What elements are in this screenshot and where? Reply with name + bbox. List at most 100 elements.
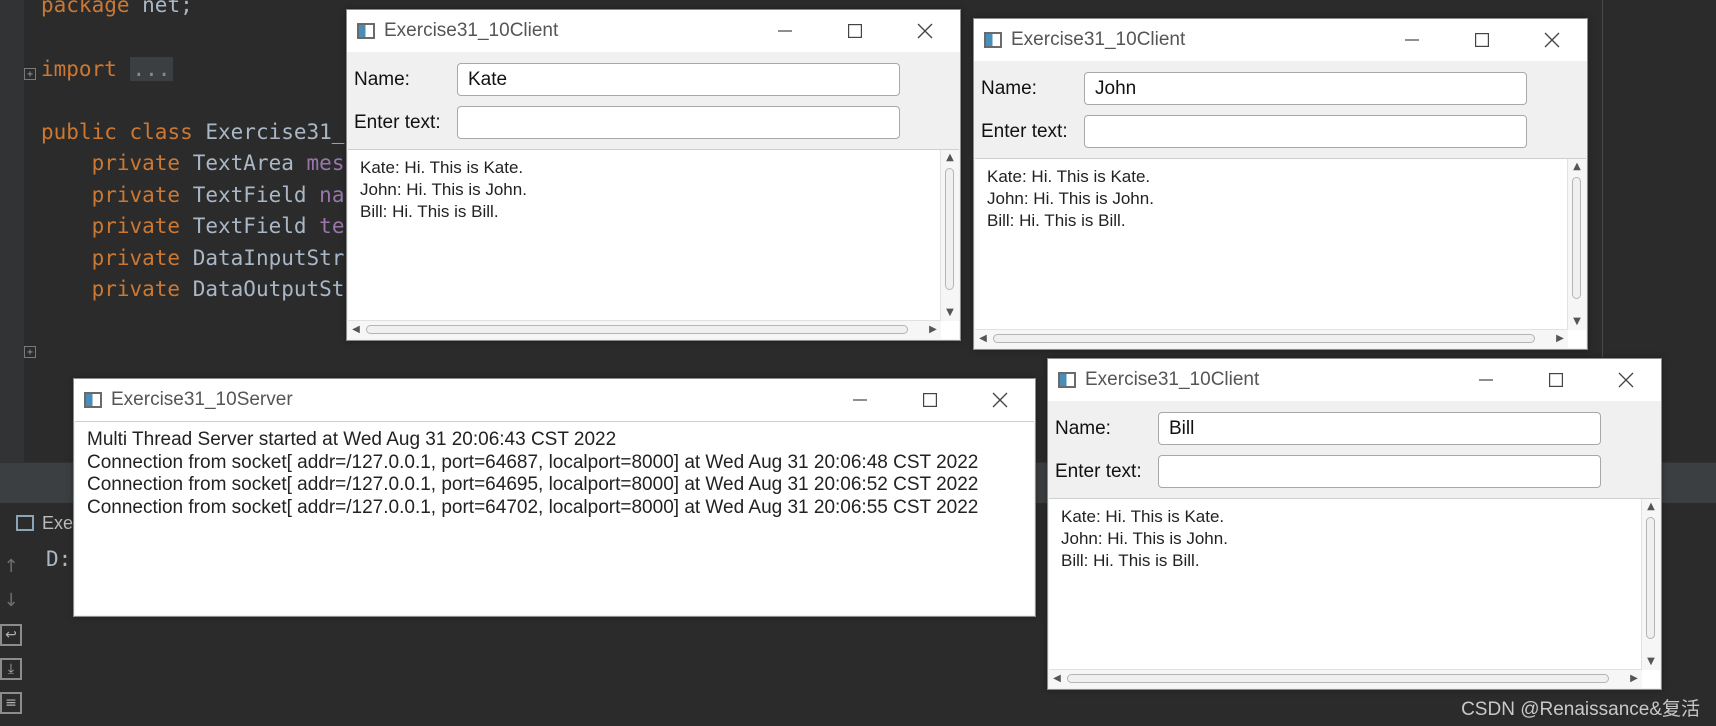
name-label: Name: <box>1055 418 1111 439</box>
vertical-scrollbar[interactable]: ▲ ▼ <box>1641 499 1660 670</box>
title-bar[interactable]: Exercise31_10Client <box>974 19 1587 61</box>
horizontal-scroll-thumb[interactable] <box>1067 674 1609 683</box>
minimize-icon <box>778 30 792 32</box>
fold-toggle-main[interactable]: + <box>24 346 36 358</box>
log-line: Connection from socket[ addr=/127.0.0.1,… <box>87 474 979 495</box>
window-title: Exercise31_10Server <box>111 389 293 410</box>
console-output: D: <box>46 547 72 571</box>
fold-toggle-import[interactable]: + <box>24 68 36 80</box>
code-line-field: private DataOutputSt <box>91 277 345 301</box>
maximize-button[interactable] <box>895 379 965 421</box>
enter-text-label: Enter text: <box>354 112 441 133</box>
name-field[interactable] <box>457 63 900 96</box>
print-icon[interactable]: ≡ <box>0 692 22 714</box>
horizontal-scroll-thumb[interactable] <box>366 325 908 334</box>
scroll-up-icon[interactable]: ▲ <box>1568 159 1586 175</box>
close-button[interactable] <box>965 379 1035 421</box>
scroll-up-icon[interactable]: ▲ <box>1642 499 1660 515</box>
scroll-left-icon[interactable]: ◀ <box>348 321 364 339</box>
minimize-button[interactable] <box>1377 19 1447 61</box>
enter-text-field[interactable] <box>457 106 900 139</box>
horizontal-scroll-thumb[interactable] <box>993 334 1535 343</box>
close-button[interactable] <box>1517 19 1587 61</box>
vertical-scroll-thumb[interactable] <box>1646 517 1655 639</box>
log-line: Connection from socket[ addr=/127.0.0.1,… <box>87 496 979 518</box>
message-line: Kate: Hi. This is Kate. <box>360 158 524 177</box>
window-title: Exercise31_10Client <box>1011 29 1186 50</box>
maximize-button[interactable] <box>1447 19 1517 61</box>
minimize-button[interactable] <box>1451 359 1521 401</box>
message-line: Bill: Hi. This is Bill. <box>1061 551 1200 570</box>
scroll-down-icon[interactable]: ▼ <box>1642 654 1660 670</box>
enter-text-field[interactable] <box>1084 115 1527 148</box>
server-log: Multi Thread Server started at Wed Aug 3… <box>87 429 978 519</box>
vertical-scroll-thumb[interactable] <box>945 168 954 290</box>
name-label: Name: <box>981 78 1037 99</box>
message-line: Kate: Hi. This is Kate. <box>987 167 1151 186</box>
code-line-field: private TextArea mes <box>91 151 345 175</box>
close-icon <box>992 392 1008 408</box>
scroll-left-icon[interactable]: ◀ <box>975 330 991 348</box>
horizontal-scrollbar[interactable]: ◀ ▶ <box>975 329 1568 348</box>
window-title: Exercise31_10Client <box>1085 369 1260 390</box>
name-field[interactable] <box>1084 72 1527 105</box>
minimize-button[interactable] <box>825 379 895 421</box>
server-log-area[interactable]: Multi Thread Server started at Wed Aug 3… <box>75 421 1034 615</box>
message-area[interactable]: Kate: Hi. This is Kate. John: Hi. This is… <box>975 158 1586 348</box>
scroll-up-icon[interactable]: ▲ <box>941 150 959 166</box>
horizontal-scrollbar[interactable]: ◀ ▶ <box>1049 669 1642 688</box>
close-icon <box>1544 32 1560 48</box>
soft-wrap-icon[interactable]: ↩ <box>0 624 22 646</box>
client-window-kate: Exercise31_10Client Name: Enter text: Ka… <box>346 9 961 341</box>
message-line: Bill: Hi. This is Bill. <box>360 202 499 221</box>
title-bar[interactable]: Exercise31_10Server <box>74 379 1035 421</box>
minimize-icon <box>1405 39 1419 41</box>
maximize-icon <box>1475 33 1489 47</box>
message-line: John: Hi. This is John. <box>987 189 1154 208</box>
message-line: Kate: Hi. This is Kate. <box>1061 507 1225 526</box>
scroll-right-icon[interactable]: ▶ <box>1626 670 1642 688</box>
vertical-scrollbar[interactable]: ▲ ▼ <box>940 150 959 321</box>
scroll-to-end-icon[interactable]: ⤓ <box>0 658 22 680</box>
maximize-button[interactable] <box>1521 359 1591 401</box>
enter-text-label: Enter text: <box>981 121 1068 142</box>
scroll-down-icon[interactable]: ▼ <box>1568 314 1586 330</box>
java-app-icon <box>84 392 102 408</box>
run-tab[interactable]: Exe <box>16 508 73 538</box>
folded-imports[interactable]: ... <box>129 57 174 81</box>
scroll-right-icon[interactable]: ▶ <box>925 321 941 339</box>
enter-text-label: Enter text: <box>1055 461 1142 482</box>
close-icon <box>917 23 933 39</box>
message-line: John: Hi. This is John. <box>1061 529 1228 548</box>
java-app-icon <box>357 23 375 39</box>
scroll-right-icon[interactable]: ▶ <box>1552 330 1568 348</box>
minimize-button[interactable] <box>750 10 820 52</box>
close-button[interactable] <box>1591 359 1661 401</box>
vertical-scrollbar[interactable]: ▲ ▼ <box>1567 159 1586 330</box>
arrow-up-icon[interactable]: ↑ <box>0 556 22 578</box>
message-area[interactable]: Kate: Hi. This is Kate. John: Hi. This is… <box>348 149 959 339</box>
run-console-icon <box>16 515 34 531</box>
code-line-field: private TextField na <box>91 183 345 207</box>
maximize-icon <box>1549 373 1563 387</box>
enter-text-field[interactable] <box>1158 455 1601 488</box>
arrow-down-icon[interactable]: ↓ <box>0 590 22 612</box>
client-window-bill: Exercise31_10Client Name: Enter text: Ka… <box>1047 358 1662 690</box>
name-field[interactable] <box>1158 412 1601 445</box>
message-area[interactable]: Kate: Hi. This is Kate. John: Hi. This is… <box>1049 498 1660 688</box>
horizontal-scrollbar[interactable]: ◀ ▶ <box>348 320 941 339</box>
close-button[interactable] <box>890 10 960 52</box>
title-bar[interactable]: Exercise31_10Client <box>1048 359 1661 401</box>
minimize-icon <box>1479 379 1493 381</box>
code-line-class: public class Exercise31_ <box>41 120 345 144</box>
vertical-scroll-thumb[interactable] <box>1572 177 1581 299</box>
scroll-left-icon[interactable]: ◀ <box>1049 670 1065 688</box>
message-list: Kate: Hi. This is Kate. John: Hi. This is… <box>1061 506 1228 572</box>
editor-gutter <box>0 0 24 462</box>
scroll-down-icon[interactable]: ▼ <box>941 305 959 321</box>
maximize-button[interactable] <box>820 10 890 52</box>
minimize-icon <box>853 399 867 401</box>
close-icon <box>1618 372 1634 388</box>
window-title: Exercise31_10Client <box>384 20 559 41</box>
title-bar[interactable]: Exercise31_10Client <box>347 10 960 52</box>
